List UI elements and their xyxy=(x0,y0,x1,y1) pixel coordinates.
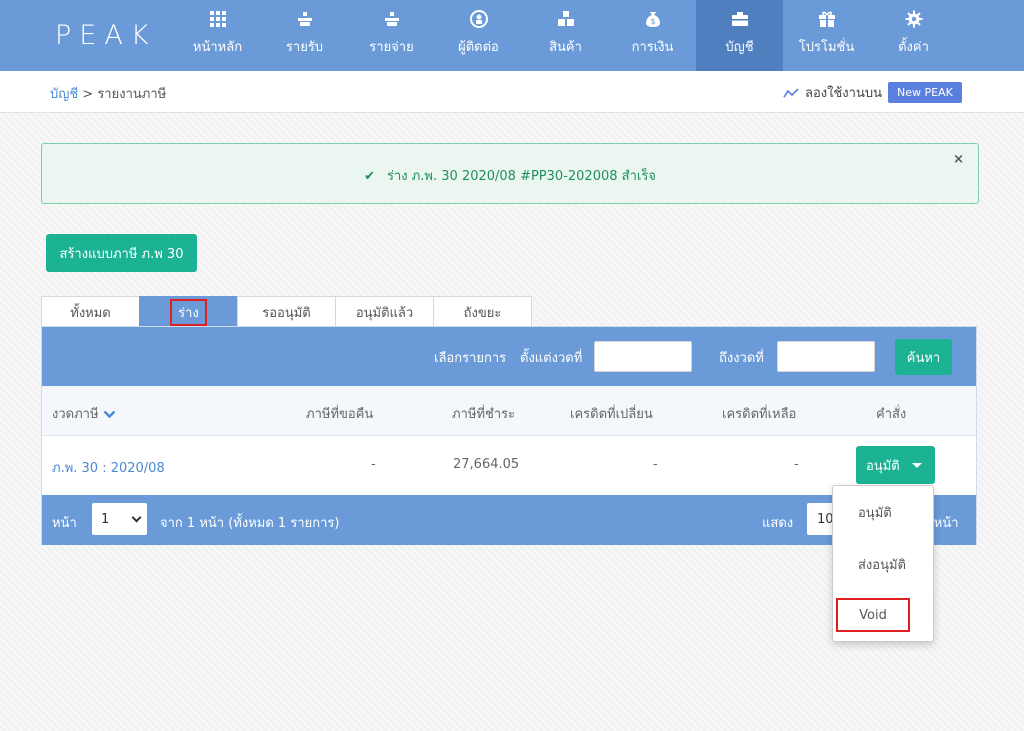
credit-changed-cell: - xyxy=(653,457,658,472)
caret-down-icon xyxy=(911,462,922,468)
expense-icon xyxy=(382,9,402,29)
header-period-label: งวดภาษี xyxy=(52,407,99,422)
refund-cell: - xyxy=(371,457,376,472)
breadcrumb-bar: บัญชี > รายงานภาษี ลองใช้งานบน New PEAK xyxy=(0,71,1024,113)
show-label: แสดง xyxy=(762,516,794,531)
credit-remaining-cell: - xyxy=(794,457,799,472)
gift-icon xyxy=(817,9,837,29)
menu-item-send-approval[interactable]: ส่งอนุมัติ xyxy=(833,554,933,575)
money-bag-icon: $ xyxy=(643,9,663,29)
nav-item-finance[interactable]: $ การเงิน xyxy=(609,0,696,71)
top-navbar: PEAK หน้าหลัก รายรับ รายจ่าย ผู้ติดต่อ ส… xyxy=(0,0,1024,71)
nav-label: โปรโมชั่น xyxy=(798,40,855,55)
page-select[interactable]: 1 xyxy=(92,503,147,535)
breadcrumb: บัญชี > รายงานภาษี xyxy=(50,83,166,104)
tab-label: ร่าง xyxy=(170,298,207,326)
header-refund: ภาษีที่ขอคืน xyxy=(306,407,374,422)
from-period-input[interactable] xyxy=(594,341,692,372)
approve-label: อนุมัติ xyxy=(866,458,900,474)
new-peak-badge[interactable]: New PEAK xyxy=(887,82,962,103)
header-action: คำสั่ง xyxy=(876,407,907,422)
nav-item-home[interactable]: หน้าหลัก xyxy=(174,0,261,71)
header-payable: ภาษีที่ชำระ xyxy=(452,407,516,422)
trend-line-icon xyxy=(783,87,799,97)
page-select-value: 1 xyxy=(101,511,110,527)
to-period-label: ถึงงวดที่ xyxy=(719,351,764,366)
from-period-label: ตั้งแต่งวดที่ xyxy=(520,351,583,366)
nav-item-promotion[interactable]: โปรโมชั่น xyxy=(783,0,870,71)
menu-item-approve[interactable]: อนุมัติ xyxy=(833,502,933,523)
svg-text:$: $ xyxy=(650,17,655,26)
income-icon xyxy=(295,9,315,29)
alert-message: ร่าง ภ.พ. 30 2020/08 #PP30-202008 สำเร็จ xyxy=(386,169,656,184)
table-header: งวดภาษี ภาษีที่ขอคืน ภาษีที่ชำระ เครดิตท… xyxy=(42,386,976,436)
nav-item-income[interactable]: รายรับ xyxy=(261,0,348,71)
payable-cell: 27,664.05 xyxy=(453,457,520,472)
page-label: หน้า xyxy=(52,516,77,531)
period-link[interactable]: ภ.พ. 30 : 2020/08 xyxy=(52,457,165,478)
action-dropdown-menu: อนุมัติ ส่งอนุมัติ Void xyxy=(832,485,934,642)
breadcrumb-current: รายงานภาษี xyxy=(97,87,167,102)
nav-item-contacts[interactable]: ผู้ติดต่อ xyxy=(435,0,522,71)
to-period-input[interactable] xyxy=(777,341,875,372)
nav-item-settings[interactable]: ตั้งค่า xyxy=(870,0,957,71)
select-items-label: เลือกรายการ xyxy=(434,351,507,366)
tab-label: ถังขยะ xyxy=(463,305,502,321)
tab-all[interactable]: ทั้งหมด xyxy=(41,296,140,327)
tab-approved[interactable]: อนุมัติแล้ว xyxy=(335,296,434,327)
filter-bar: เลือกรายการ ตั้งแต่งวดที่ ถึงงวดที่ ค้นห… xyxy=(42,327,976,386)
status-tabs: ทั้งหมด ร่าง รออนุมัติ อนุมัติแล้ว ถังขย… xyxy=(41,296,532,327)
nav-label: การเงิน xyxy=(631,40,674,55)
check-icon: ✔ xyxy=(364,169,375,184)
tab-draft[interactable]: ร่าง xyxy=(139,296,238,327)
close-icon[interactable]: × xyxy=(953,152,964,167)
page-info: จาก 1 หน้า (ทั้งหมด 1 รายการ) xyxy=(160,516,340,531)
tab-label: ทั้งหมด xyxy=(70,305,111,321)
header-credit-remaining: เครดิตที่เหลือ xyxy=(722,407,797,422)
product-boxes-icon xyxy=(556,9,576,29)
contact-icon xyxy=(469,9,489,29)
tab-trash[interactable]: ถังขยะ xyxy=(433,296,532,327)
nav-item-expense[interactable]: รายจ่าย xyxy=(348,0,435,71)
approve-dropdown-button[interactable]: อนุมัติ xyxy=(856,446,935,484)
search-button[interactable]: ค้นหา xyxy=(895,339,952,375)
tab-label: รออนุมัติ xyxy=(262,305,311,321)
try-new-label: ลองใช้งานบน xyxy=(805,86,882,101)
chevron-down-icon xyxy=(103,410,116,419)
nav-label: หน้าหลัก xyxy=(192,40,243,55)
nav-item-accounting[interactable]: บัญชี xyxy=(696,0,783,71)
nav-label: รายรับ xyxy=(285,40,324,55)
nav-label: ตั้งค่า xyxy=(898,40,929,55)
nav-item-products[interactable]: สินค้า xyxy=(522,0,609,71)
grid-icon xyxy=(208,9,228,29)
nav-label: ผู้ติดต่อ xyxy=(458,40,499,55)
tab-pending[interactable]: รออนุมัติ xyxy=(237,296,336,327)
breadcrumb-link-accounting[interactable]: บัญชี xyxy=(50,87,78,102)
create-pp30-button[interactable]: สร้างแบบภาษี ภ.พ 30 xyxy=(46,234,197,272)
header-credit-changed: เครดิตที่เปลี่ยน xyxy=(570,407,653,422)
nav-label: บัญชี xyxy=(725,40,754,55)
breadcrumb-separator: > xyxy=(78,87,98,102)
try-new-peak[interactable]: ลองใช้งานบน New PEAK xyxy=(783,82,962,103)
nav-label: รายจ่าย xyxy=(369,40,414,55)
nav-label: สินค้า xyxy=(549,40,582,55)
gear-icon xyxy=(904,9,924,29)
header-period[interactable]: งวดภาษี xyxy=(52,403,116,424)
peak-logo[interactable]: PEAK xyxy=(55,20,157,51)
success-alert: ✔ ร่าง ภ.พ. 30 2020/08 #PP30-202008 สำเร็… xyxy=(41,143,979,204)
alert-message-row: ✔ ร่าง ภ.พ. 30 2020/08 #PP30-202008 สำเร็… xyxy=(42,165,978,186)
menu-item-void[interactable]: Void xyxy=(836,598,910,632)
tab-label: อนุมัติแล้ว xyxy=(355,305,414,321)
briefcase-icon xyxy=(730,9,750,29)
chevron-down-icon xyxy=(131,512,142,523)
main-nav: หน้าหลัก รายรับ รายจ่าย ผู้ติดต่อ สินค้า xyxy=(174,0,957,71)
